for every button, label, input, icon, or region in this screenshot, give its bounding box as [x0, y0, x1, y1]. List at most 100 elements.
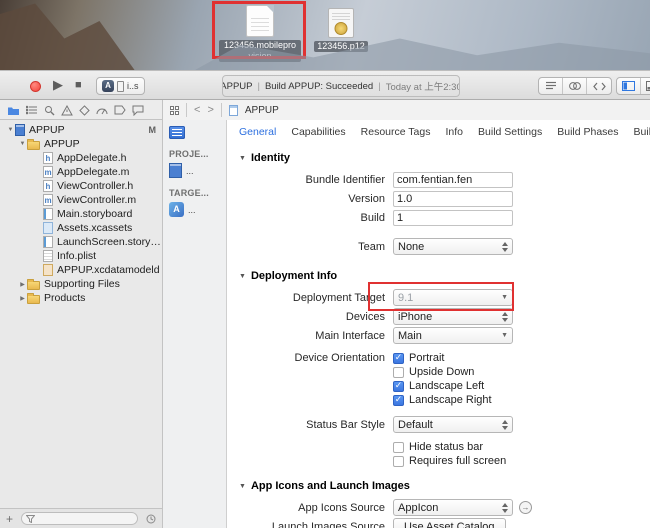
navigator-strip: < > APPUP [0, 100, 650, 120]
combo-arrow-icon: ▼ [501, 332, 508, 339]
build-field[interactable] [393, 209, 513, 226]
sidebar-item-appdelegate-m[interactable]: AppDelegate.m [0, 165, 162, 179]
issue-navigator-icon[interactable] [61, 104, 73, 116]
sidebar-item-products[interactable]: ▶ Products [0, 291, 162, 305]
toggle-navigator-button[interactable] [617, 78, 641, 94]
tab-general[interactable]: General [239, 126, 276, 138]
disclosure-open-icon[interactable]: ▼ [6, 127, 15, 133]
recent-files-icon[interactable] [146, 514, 156, 524]
sidebar-item-info-plist[interactable]: Info.plist [0, 249, 162, 263]
window-close-button[interactable] [30, 81, 41, 92]
sidebar-item-main-storyboard[interactable]: Main.storyboard [0, 207, 162, 221]
disclosure-open-icon[interactable]: ▼ [18, 141, 27, 147]
status-bar-style-dropdown[interactable]: Default [393, 416, 513, 433]
main-interface-combo[interactable]: Main ▼ [393, 327, 513, 344]
checkbox-box-icon [393, 455, 404, 467]
jump-bar-project[interactable]: APPUP [245, 105, 279, 116]
goto-arrow-button[interactable]: → [519, 501, 532, 514]
debug-navigator-icon[interactable] [96, 105, 108, 115]
sidebar-item-launchscreen[interactable]: LaunchScreen.storyboard [0, 235, 162, 249]
report-navigator-icon[interactable] [132, 105, 144, 116]
portrait-checkbox[interactable]: Portrait [393, 352, 444, 364]
document-outline-toggle-icon[interactable] [169, 126, 185, 139]
navigator-filter-bar: + [0, 508, 162, 528]
sidebar-item-supporting-files[interactable]: ▶ Supporting Files [0, 277, 162, 291]
checkbox-box-icon [393, 352, 404, 364]
sidebar-item-xcdatamodeld[interactable]: APPUP.xcdatamodeld [0, 263, 162, 277]
build-row: Build [237, 208, 650, 227]
version-label: Version [348, 192, 385, 205]
view-toggle-buttons [616, 77, 650, 95]
main-interface-label: Main Interface [315, 329, 385, 342]
stop-button[interactable]: ■ [75, 79, 82, 91]
target-row[interactable]: A ... [169, 202, 226, 217]
find-navigator-icon[interactable] [44, 105, 55, 116]
project-row[interactable]: ... [169, 163, 226, 178]
version-editor-button[interactable] [587, 78, 611, 94]
bundle-identifier-field[interactable] [393, 171, 513, 188]
toggle-debug-area-button[interactable] [641, 78, 650, 94]
app-icons-section-header[interactable]: ▼ App Icons and Launch Images [239, 478, 650, 494]
file-mobileprovision[interactable]: 123456.mobileprovision [215, 5, 305, 62]
use-asset-catalog-button[interactable]: Use Asset Catalog [393, 518, 506, 528]
hide-status-bar-checkbox[interactable]: Hide status bar [393, 441, 483, 453]
team-label: Team [358, 240, 385, 253]
standard-editor-button[interactable] [539, 78, 563, 94]
tab-build-phases[interactable]: Build Phases [557, 126, 618, 138]
orientation-landscape-right-row: Landscape Right [237, 393, 650, 407]
requires-full-screen-row: Requires full screen [237, 454, 650, 468]
related-items-icon[interactable] [170, 105, 179, 115]
landscape-left-checkbox[interactable]: Landscape Left [393, 380, 484, 392]
devices-dropdown[interactable]: iPhone [393, 308, 513, 325]
bundle-identifier-label: Bundle Identifier [305, 173, 386, 186]
run-button[interactable]: ▶ [53, 77, 63, 93]
project-file-icon [228, 104, 238, 116]
disclosure-closed-icon[interactable]: ▶ [18, 281, 27, 288]
sidebar-item-viewcontroller-h[interactable]: ViewController.h [0, 179, 162, 193]
requires-full-screen-checkbox[interactable]: Requires full screen [393, 455, 506, 467]
project-navigator-icon[interactable] [7, 105, 20, 116]
dropdown-arrows-icon [502, 420, 508, 430]
sidebar-item-project-root[interactable]: ▼ APPUP M [0, 123, 162, 137]
identity-section-header[interactable]: ▼ Identity [239, 150, 650, 166]
tab-build-settings[interactable]: Build Settings [478, 126, 542, 138]
disclosure-closed-icon[interactable]: ▶ [18, 295, 27, 302]
team-dropdown[interactable]: None [393, 238, 513, 255]
back-button[interactable]: < [194, 104, 200, 116]
landscape-right-checkbox[interactable]: Landscape Right [393, 394, 492, 406]
tab-resource-tags[interactable]: Resource Tags [361, 126, 431, 138]
sidebar-item-viewcontroller-m[interactable]: ViewController.m [0, 193, 162, 207]
test-navigator-icon[interactable] [79, 104, 90, 116]
forward-button[interactable]: > [207, 104, 213, 116]
add-button[interactable]: + [6, 513, 13, 525]
launch-images-source-row: Launch Images Source Use Asset Catalog [237, 517, 650, 528]
checkbox-box-icon [393, 441, 404, 453]
sidebar-item-appdelegate-h[interactable]: AppDelegate.h [0, 151, 162, 165]
tab-capabilities[interactable]: Capabilities [291, 126, 345, 138]
deployment-section-header[interactable]: ▼ Deployment Info [239, 268, 650, 284]
activity-project: APPUP [222, 80, 253, 92]
upside-down-checkbox[interactable]: Upside Down [393, 366, 474, 378]
scheme-selector[interactable]: A i..s [96, 77, 145, 95]
header-file-icon [43, 152, 53, 164]
tab-build-rules[interactable]: Build Rules [634, 126, 650, 138]
file-p12[interactable]: 123456.p12 [306, 8, 376, 52]
app-icons-source-dropdown[interactable]: AppIcon [393, 499, 513, 516]
activity-separator: | [257, 80, 260, 92]
filter-field[interactable] [21, 512, 138, 525]
deployment-target-combo[interactable]: 9.1 ▼ [393, 289, 513, 306]
jump-bar: < > APPUP [163, 100, 650, 120]
mobileprovision-file-icon [246, 5, 274, 37]
source-file-icon [43, 166, 53, 178]
project-icon [169, 163, 182, 178]
filter-funnel-icon [26, 514, 36, 523]
version-field[interactable] [393, 190, 513, 207]
symbol-navigator-icon[interactable] [26, 105, 38, 115]
certificate-file-icon [328, 8, 354, 38]
sidebar-item-group-appup[interactable]: ▼ APPUP [0, 137, 162, 151]
breakpoint-navigator-icon[interactable] [114, 105, 126, 115]
sidebar-item-assets[interactable]: Assets.xcassets [0, 221, 162, 235]
version-row: Version [237, 189, 650, 208]
tab-info[interactable]: Info [446, 126, 464, 138]
assistant-editor-button[interactable] [563, 78, 587, 94]
